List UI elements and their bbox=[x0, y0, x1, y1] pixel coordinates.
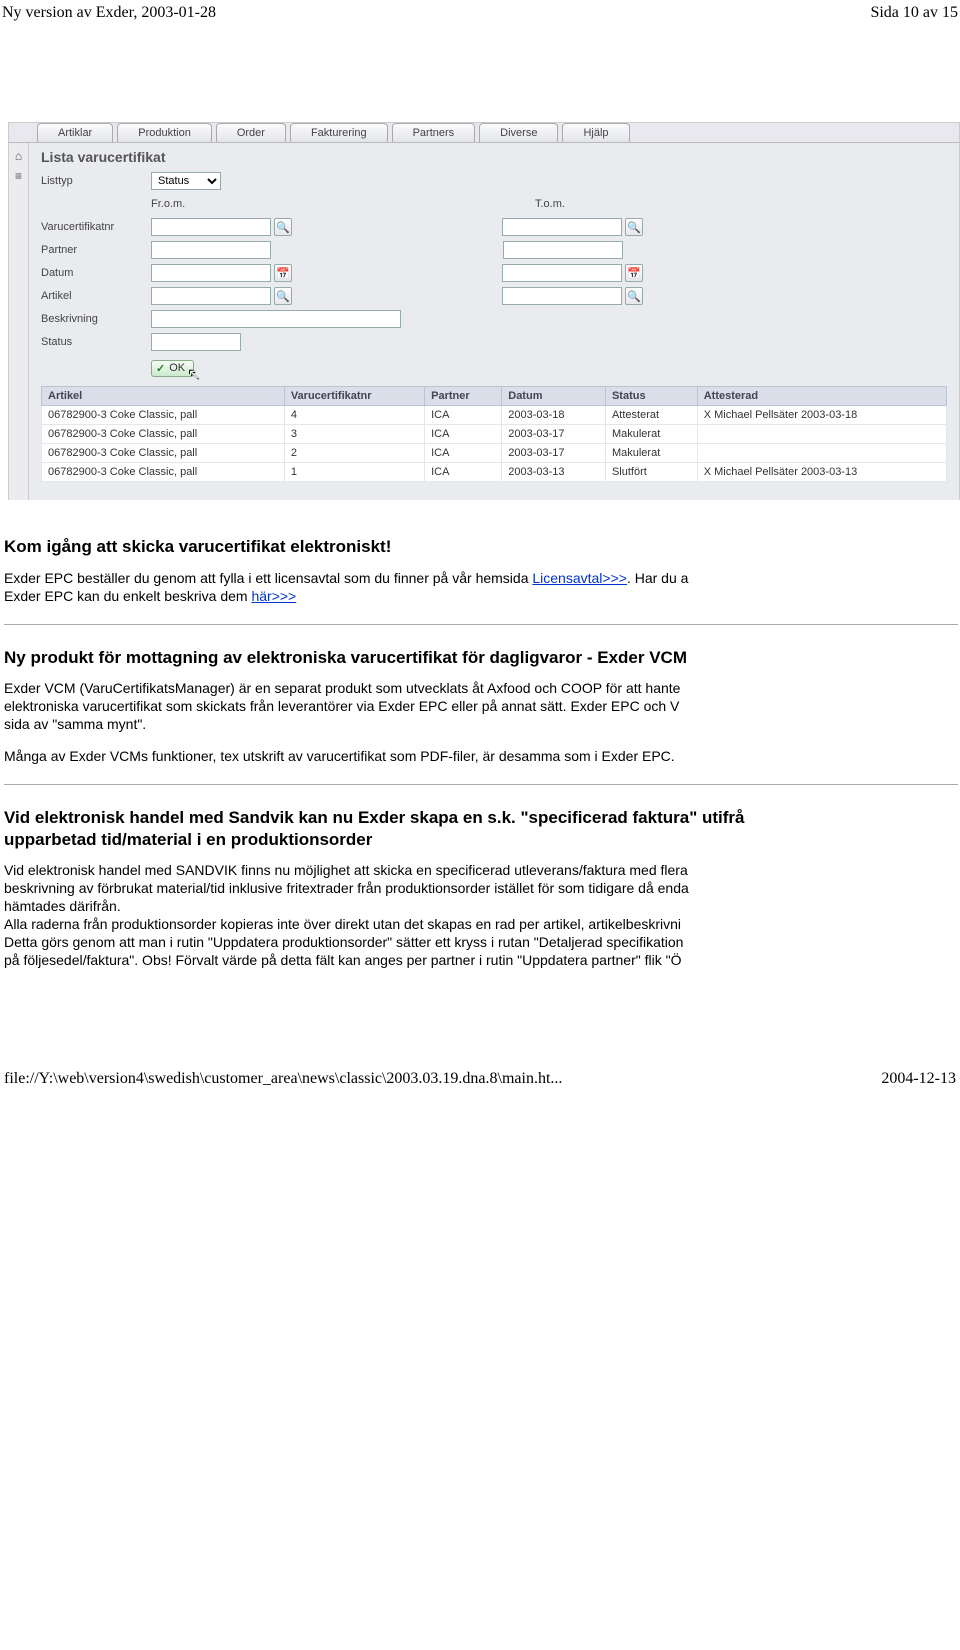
left-strip: ⌂ ≡ bbox=[9, 143, 29, 500]
col-status[interactable]: Status bbox=[605, 387, 697, 406]
label-listtyp: Listtyp bbox=[41, 175, 151, 187]
label-artikel: Artikel bbox=[41, 290, 151, 302]
input-varucert-from[interactable] bbox=[151, 218, 271, 236]
tab-order[interactable]: Order bbox=[216, 123, 286, 142]
sec3-p1: Vid elektronisk handel med SANDVIK finns… bbox=[4, 862, 958, 969]
tab-produktion[interactable]: Produktion bbox=[117, 123, 212, 142]
input-partner-from[interactable] bbox=[151, 241, 271, 259]
result-grid: Artikel Varucertifikatnr Partner Datum S… bbox=[41, 386, 947, 482]
col-attesterad[interactable]: Attesterad bbox=[697, 387, 946, 406]
app-window: Artiklar Produktion Order Fakturering Pa… bbox=[8, 122, 960, 500]
input-datum-to[interactable] bbox=[502, 264, 622, 282]
check-icon: ✓ bbox=[156, 362, 165, 375]
sec1-title: Kom igång att skicka varucertifikat elek… bbox=[4, 536, 958, 558]
label-varucert: Varucertifikatnr bbox=[41, 221, 151, 233]
search-icon[interactable]: 🔍 bbox=[274, 287, 292, 305]
calendar-icon[interactable]: 📅 bbox=[274, 264, 292, 282]
table-row[interactable]: 06782900-3 Coke Classic, pall3ICA2003-03… bbox=[42, 425, 947, 444]
menu-tabs: Artiklar Produktion Order Fakturering Pa… bbox=[37, 123, 634, 142]
input-status[interactable] bbox=[151, 333, 241, 351]
separator bbox=[4, 624, 958, 625]
input-artikel-to[interactable] bbox=[502, 287, 622, 305]
col-datum[interactable]: Datum bbox=[502, 387, 606, 406]
table-row[interactable]: 06782900-3 Coke Classic, pall4ICA2003-03… bbox=[42, 406, 947, 425]
list-icon[interactable]: ≡ bbox=[15, 169, 22, 183]
search-icon[interactable]: 🔍 bbox=[625, 287, 643, 305]
input-beskrivning[interactable] bbox=[151, 310, 401, 328]
separator bbox=[4, 784, 958, 785]
input-datum-from[interactable] bbox=[151, 264, 271, 282]
label-from: Fr.o.m. bbox=[151, 198, 201, 210]
header-left: Ny version av Exder, 2003-01-28 bbox=[2, 4, 216, 22]
input-artikel-from[interactable] bbox=[151, 287, 271, 305]
input-varucert-to[interactable] bbox=[502, 218, 622, 236]
label-status: Status bbox=[41, 336, 151, 348]
label-beskrivning: Beskrivning bbox=[41, 313, 151, 325]
tab-artiklar[interactable]: Artiklar bbox=[37, 123, 113, 142]
tab-diverse[interactable]: Diverse bbox=[479, 123, 558, 142]
home-icon[interactable]: ⌂ bbox=[15, 149, 22, 163]
footer-right: 2004-12-13 bbox=[881, 1070, 956, 1088]
calendar-icon[interactable]: 📅 bbox=[625, 264, 643, 282]
sec2-p1: Exder VCM (VaruCertifikatsManager) är en… bbox=[4, 680, 958, 734]
sec2-p2: Många av Exder VCMs funktioner, tex utsk… bbox=[4, 748, 958, 766]
link-har[interactable]: här>>> bbox=[251, 588, 296, 604]
sec2-title: Ny produkt för mottagning av elektronisk… bbox=[4, 647, 958, 669]
label-partner: Partner bbox=[41, 244, 151, 256]
cursor-icon: ↖ bbox=[188, 366, 200, 383]
input-partner-to[interactable] bbox=[503, 241, 623, 259]
link-licensavtal[interactable]: Licensavtal>>> bbox=[532, 570, 627, 586]
table-row[interactable]: 06782900-3 Coke Classic, pall2ICA2003-03… bbox=[42, 444, 947, 463]
header-right: Sida 10 av 15 bbox=[870, 4, 958, 22]
sec1-p1: Exder EPC beställer du genom att fylla i… bbox=[4, 570, 958, 606]
tab-fakturering[interactable]: Fakturering bbox=[290, 123, 388, 142]
search-icon[interactable]: 🔍 bbox=[625, 218, 643, 236]
table-row[interactable]: 06782900-3 Coke Classic, pall1ICA2003-03… bbox=[42, 463, 947, 482]
label-datum: Datum bbox=[41, 267, 151, 279]
col-artikel[interactable]: Artikel bbox=[42, 387, 285, 406]
tab-partners[interactable]: Partners bbox=[392, 123, 476, 142]
section-title: Lista varucertifikat bbox=[41, 149, 947, 165]
sec3-title: Vid elektronisk handel med Sandvik kan n… bbox=[4, 807, 958, 851]
label-to: T.o.m. bbox=[535, 198, 585, 210]
col-partner[interactable]: Partner bbox=[425, 387, 502, 406]
select-listtyp[interactable]: Status bbox=[151, 172, 221, 190]
footer-left: file://Y:\web\version4\swedish\customer_… bbox=[4, 1070, 562, 1088]
search-icon[interactable]: 🔍 bbox=[274, 218, 292, 236]
col-varucert[interactable]: Varucertifikatnr bbox=[284, 387, 424, 406]
tab-hjalp[interactable]: Hjälp bbox=[562, 123, 629, 142]
